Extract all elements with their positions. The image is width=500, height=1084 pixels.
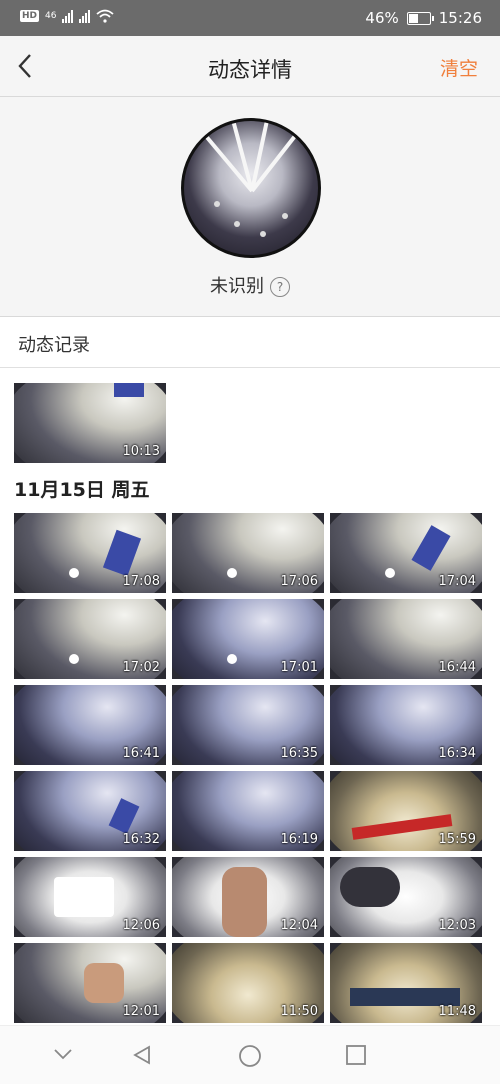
thumbnail-time: 12:06 bbox=[122, 918, 160, 933]
records-label: 动态记录 bbox=[18, 335, 90, 356]
thumbnail[interactable]: 16:32 bbox=[14, 771, 166, 851]
profile-section: 未识别? bbox=[0, 97, 500, 317]
thumbnail[interactable]: 17:02 bbox=[14, 599, 166, 679]
thumbnail-time: 16:41 bbox=[122, 746, 160, 761]
thumbnail[interactable]: 16:44 bbox=[330, 599, 482, 679]
thumbnail[interactable]: 16:41 bbox=[14, 685, 166, 765]
thumbnail-time: 16:32 bbox=[122, 832, 160, 847]
wifi-icon bbox=[96, 9, 115, 23]
thumbnail-time: 12:03 bbox=[438, 918, 476, 933]
thumbnail[interactable]: 17:04 bbox=[330, 513, 482, 593]
thumbnail-time: 10:13 bbox=[122, 444, 160, 459]
thumbnail-time: 11:50 bbox=[280, 1004, 318, 1019]
thumbnail-time: 16:44 bbox=[438, 660, 476, 675]
thumbnail[interactable]: 11:50 bbox=[172, 943, 324, 1023]
status-bar: HD 46 46% 15:26 bbox=[0, 0, 500, 36]
page-title: 动态详情 bbox=[208, 58, 292, 82]
thumbnail-time: 17:02 bbox=[122, 660, 160, 675]
thumbnail[interactable]: 17:01 bbox=[172, 599, 324, 679]
battery-fill bbox=[408, 13, 418, 23]
recents-square-icon[interactable] bbox=[345, 1044, 367, 1066]
thumbnail[interactable]: 12:01 bbox=[14, 943, 166, 1023]
thumbnail[interactable]: 16:19 bbox=[172, 771, 324, 851]
signal-icon bbox=[62, 9, 74, 23]
clear-button[interactable]: 清空 bbox=[440, 54, 478, 81]
records-header: 动态记录 bbox=[0, 317, 500, 368]
thumbnail-time: 12:04 bbox=[280, 918, 318, 933]
recognition-status: 未识别? bbox=[0, 272, 500, 298]
back-triangle-icon[interactable] bbox=[131, 1044, 153, 1066]
home-circle-icon[interactable] bbox=[238, 1044, 262, 1068]
thumbnail[interactable]: 12:06 bbox=[14, 857, 166, 937]
network-label: 46 bbox=[45, 11, 57, 21]
status-label: 未识别 bbox=[210, 276, 264, 297]
battery-percent: 46% bbox=[365, 9, 399, 27]
status-left: HD 46 bbox=[20, 9, 115, 23]
thumbnail-time: 12:01 bbox=[122, 1004, 160, 1019]
thumbnail-time: 16:35 bbox=[280, 746, 318, 761]
thumbnail[interactable]: 12:03 bbox=[330, 857, 482, 937]
thumbnail[interactable]: 17:08 bbox=[14, 513, 166, 593]
clock: 15:26 bbox=[438, 9, 482, 27]
thumbnail-time: 16:34 bbox=[438, 746, 476, 761]
collapse-icon[interactable] bbox=[52, 1044, 74, 1064]
thumbnail[interactable]: 17:06 bbox=[172, 513, 324, 593]
help-icon[interactable]: ? bbox=[270, 277, 290, 297]
thumbnail[interactable]: 10:13 bbox=[14, 383, 166, 463]
date-label: 11月15日 周五 bbox=[14, 479, 150, 501]
thumbnail-time: 17:06 bbox=[280, 574, 318, 589]
thumbnail[interactable]: 16:35 bbox=[172, 685, 324, 765]
thumbnail[interactable]: 12:04 bbox=[172, 857, 324, 937]
avatar bbox=[181, 118, 321, 258]
thumbnail[interactable]: 11:48 bbox=[330, 943, 482, 1023]
thumbnail[interactable]: 15:59 bbox=[330, 771, 482, 851]
thumbnail-time: 17:01 bbox=[280, 660, 318, 675]
thumbnail-time: 17:04 bbox=[438, 574, 476, 589]
signal-icon-2 bbox=[79, 9, 91, 23]
thumbnail-time: 15:59 bbox=[438, 832, 476, 847]
status-right: 46% 15:26 bbox=[365, 9, 482, 27]
system-nav-bar bbox=[0, 1025, 500, 1084]
thumbnail[interactable]: 16:34 bbox=[330, 685, 482, 765]
battery-icon bbox=[406, 11, 434, 25]
thumbnail-time: 11:48 bbox=[438, 1004, 476, 1019]
thumbnail-time: 17:08 bbox=[122, 574, 160, 589]
thumbnail-time: 16:19 bbox=[280, 832, 318, 847]
hd-badge: HD bbox=[20, 10, 40, 22]
header: 动态详情 清空 bbox=[0, 36, 500, 97]
